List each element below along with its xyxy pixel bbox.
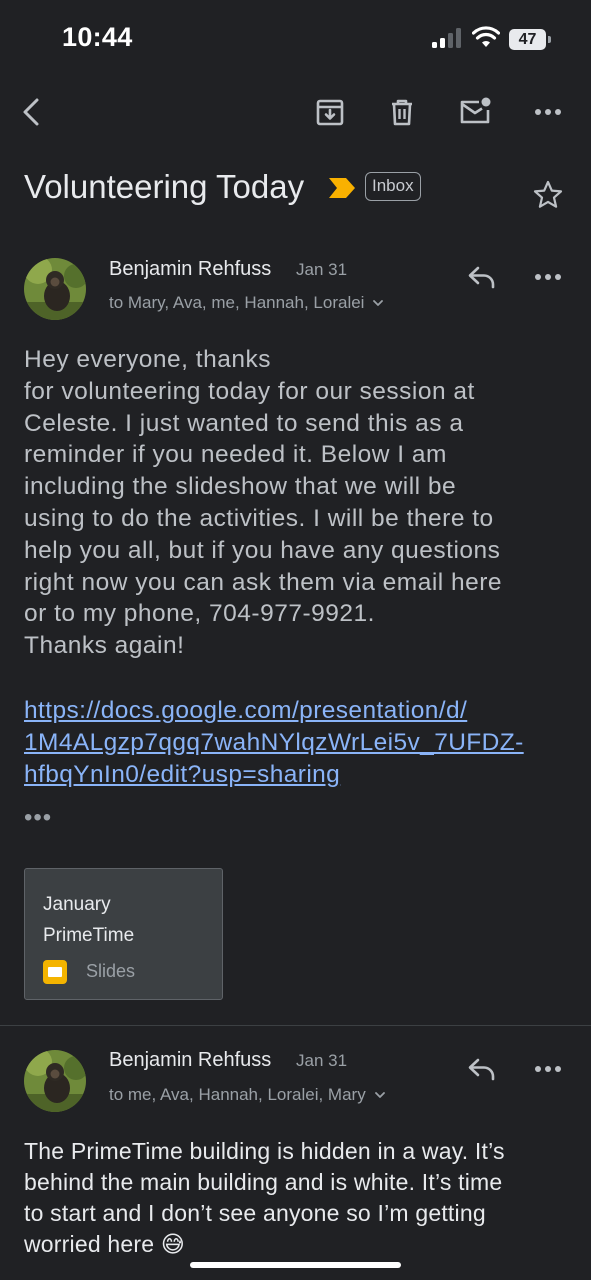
battery-icon: 47 [509, 29, 551, 50]
body-line: worried here 😅 [24, 1231, 186, 1257]
cellular-signal-icon [432, 28, 461, 48]
body-line: reminder if you needed it. Below I am [24, 441, 447, 469]
message-more-button[interactable] [530, 1051, 566, 1087]
body-line: for volunteering today for our session a… [24, 377, 475, 405]
mark-unread-button[interactable] [458, 95, 492, 129]
body-line: Celeste. I just wanted to send this as a [24, 409, 464, 437]
recipients: to me, Ava, Hannah, Loralei, Mary [109, 1085, 366, 1104]
star-icon[interactable] [532, 179, 564, 211]
trash-icon [392, 99, 412, 126]
archive-icon [316, 99, 344, 126]
presentation-link[interactable]: https://docs.google.com/presentation/d/ … [24, 695, 524, 790]
wifi-icon [472, 26, 500, 47]
attachment-title: January PrimeTime [43, 889, 213, 951]
body-line: using to do the activities. I will be th… [24, 504, 494, 532]
recipients-toggle[interactable]: to me, Ava, Hannah, Loralei, Mary [109, 1085, 388, 1105]
body-line: right now you can ask them via email her… [24, 568, 503, 596]
more-horizontal-icon [535, 1066, 561, 1072]
body-line: Hey everyone, thanks [24, 346, 271, 373]
important-marker-icon[interactable] [328, 177, 356, 199]
chevron-down-icon [373, 300, 384, 306]
more-horizontal-icon [535, 109, 561, 115]
back-button[interactable] [16, 95, 50, 129]
message-body: The PrimeTime building is hidden in a wa… [24, 1136, 505, 1260]
message-date: Jan 31 [296, 1051, 348, 1070]
chevron-left-icon [23, 98, 39, 126]
recipients-toggle[interactable]: to Mary, Ava, me, Hannah, Loralei [109, 293, 386, 313]
show-trimmed-content[interactable]: ••• [24, 804, 52, 832]
body-line: behind the main building and is white. I… [24, 1169, 503, 1195]
attachment-type: Slides [86, 961, 136, 981]
inbox-label[interactable]: Inbox [365, 172, 421, 201]
message-divider [0, 1025, 591, 1026]
sender-avatar[interactable] [24, 258, 86, 320]
body-line: help you all, but if you have any questi… [24, 536, 501, 564]
reply-button[interactable] [464, 1051, 500, 1087]
link-line[interactable]: 1M4ALgzp7qgq7wahNYlqzWrLei5v_7UFDZ- [24, 727, 524, 759]
attachment-title-line: January [43, 894, 111, 915]
archive-button[interactable] [313, 95, 347, 129]
sender-name: Benjamin Rehfuss [109, 1049, 272, 1071]
message-more-button[interactable] [530, 259, 566, 295]
reply-button[interactable] [464, 259, 500, 295]
chevron-down-icon [374, 1092, 385, 1098]
body-line: Thanks again! [24, 632, 185, 660]
message-body: Hey everyone, thanks for volunteering to… [24, 344, 502, 662]
sender-avatar[interactable] [24, 1050, 86, 1112]
attachment-title-line: PrimeTime [43, 925, 135, 946]
link-line[interactable]: hfbqYnIn0/edit?usp=sharing [24, 759, 524, 791]
reply-icon [468, 266, 495, 289]
body-line: including the slideshow that we will be [24, 473, 457, 501]
email-subject: Volunteering Today [24, 168, 305, 205]
body-line: or to my phone, 704-977-9921. [24, 600, 375, 628]
mail-unread-icon [460, 97, 491, 124]
slides-icon [43, 960, 67, 984]
home-indicator[interactable] [190, 1262, 401, 1268]
body-line: The PrimeTime building is hidden in a wa… [24, 1138, 505, 1164]
reply-icon [468, 1058, 495, 1081]
sender-name: Benjamin Rehfuss [109, 258, 272, 280]
link-line[interactable]: https://docs.google.com/presentation/d/ [24, 695, 524, 727]
delete-button[interactable] [385, 95, 419, 129]
battery-level: 47 [518, 31, 537, 48]
status-time: 10:44 [62, 22, 133, 52]
more-options-button[interactable] [531, 95, 565, 129]
recipients: to Mary, Ava, me, Hannah, Loralei [109, 293, 365, 312]
body-line: to start and I don’t see anyone so I’m g… [24, 1200, 486, 1226]
more-horizontal-icon [535, 274, 561, 280]
attachment-card[interactable]: January PrimeTime Slides [24, 868, 223, 1000]
message-date: Jan 31 [296, 260, 348, 279]
